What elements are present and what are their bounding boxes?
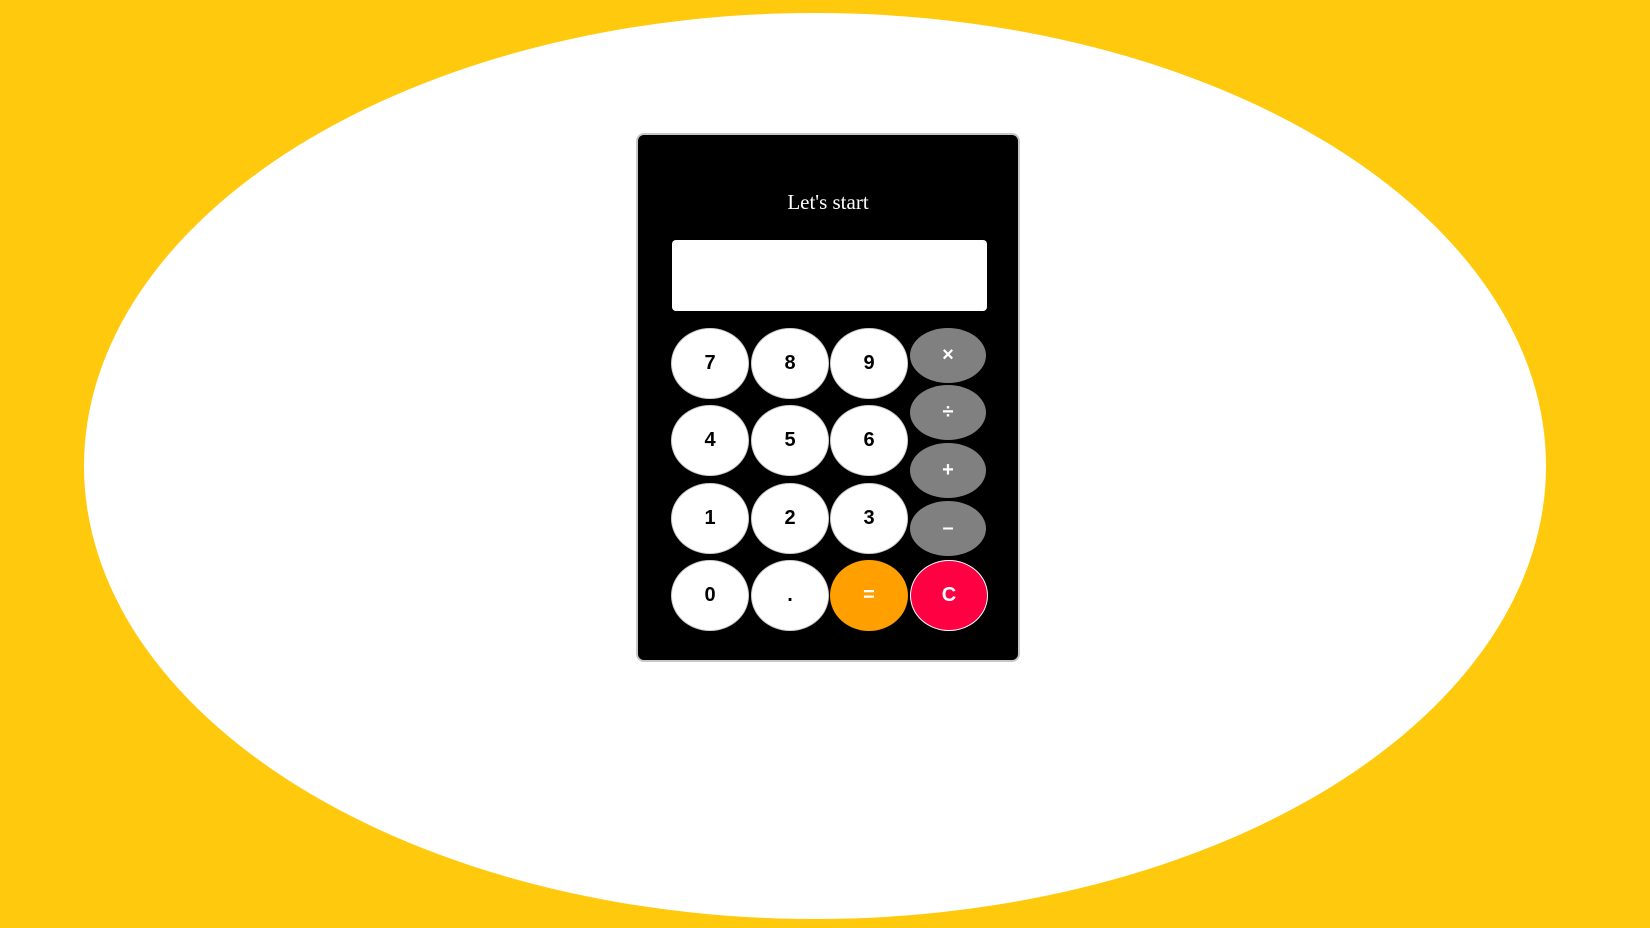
subtract-button[interactable]: – [910, 501, 986, 556]
divide-button[interactable]: ÷ [910, 385, 986, 440]
calculator-title: Let's start [787, 190, 869, 214]
key-9[interactable]: 9 [830, 328, 908, 399]
calculator: Let's start 7 8 9 4 5 6 1 2 3 0 . = C × … [636, 133, 1020, 662]
key-8[interactable]: 8 [751, 328, 829, 399]
key-0[interactable]: 0 [671, 560, 749, 631]
key-1[interactable]: 1 [671, 483, 749, 554]
key-2[interactable]: 2 [751, 483, 829, 554]
clear-button[interactable]: C [910, 560, 988, 631]
add-button[interactable]: + [910, 443, 986, 498]
key-3[interactable]: 3 [830, 483, 908, 554]
key-4[interactable]: 4 [671, 405, 749, 476]
key-6[interactable]: 6 [830, 405, 908, 476]
equals-button[interactable]: = [830, 560, 908, 631]
key-7[interactable]: 7 [671, 328, 749, 399]
key-decimal[interactable]: . [751, 560, 829, 631]
multiply-button[interactable]: × [910, 328, 986, 383]
calculator-display[interactable] [672, 240, 987, 311]
key-5[interactable]: 5 [751, 405, 829, 476]
